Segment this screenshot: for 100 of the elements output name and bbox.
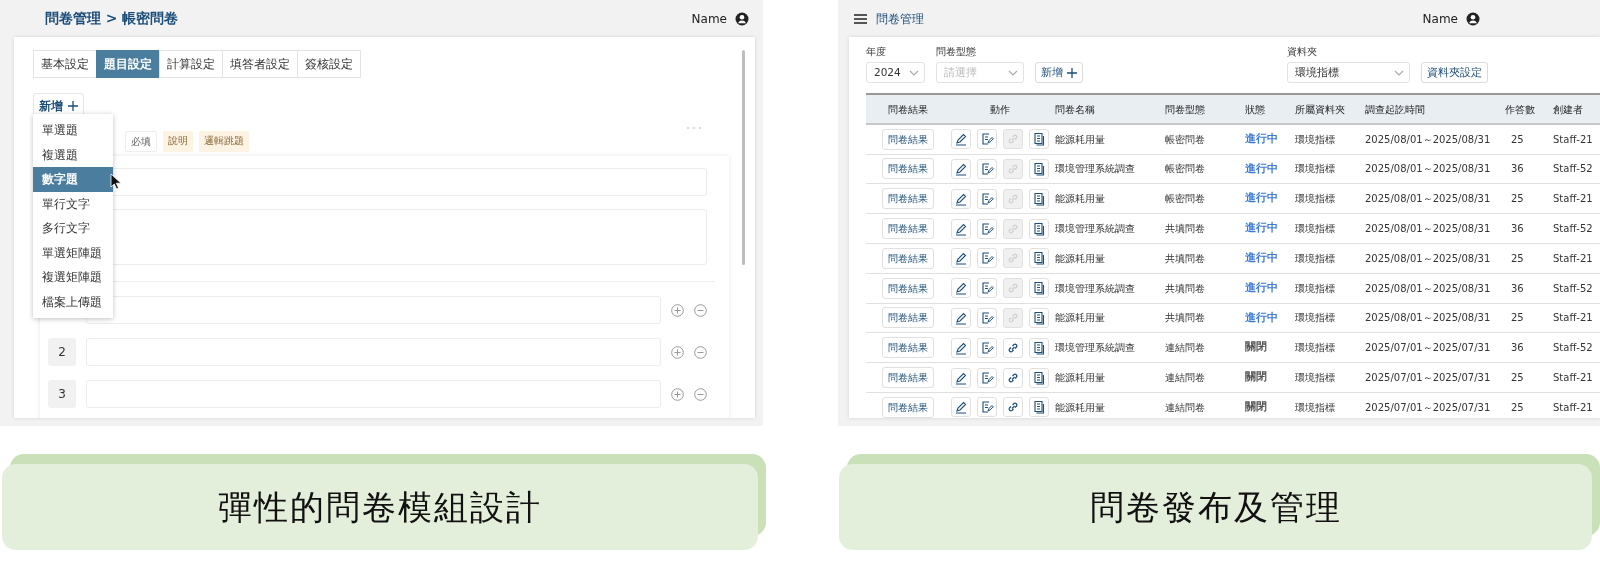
- document-icon[interactable]: [1031, 340, 1046, 355]
- menu-icon[interactable]: [854, 13, 867, 24]
- document-edit-icon[interactable]: [979, 400, 994, 415]
- document-edit-icon[interactable]: [979, 370, 994, 385]
- creator-name: Staff-52: [1553, 223, 1593, 235]
- column-header: 調查起訖時間: [1359, 94, 1499, 125]
- pencil-icon[interactable]: [953, 400, 968, 415]
- folder-name: 環境指標: [1295, 223, 1335, 235]
- document-icon[interactable]: [1031, 310, 1046, 325]
- results-button[interactable]: 問卷結果: [882, 367, 934, 388]
- date-range: 2025/08/01～2025/08/31: [1365, 193, 1491, 205]
- date-range: 2025/07/01～2025/07/31: [1365, 372, 1491, 383]
- tab[interactable]: 簽核設定: [297, 50, 361, 78]
- pencil-icon[interactable]: [953, 370, 968, 385]
- pencil-icon[interactable]: [953, 161, 968, 176]
- document-icon[interactable]: [1031, 370, 1046, 385]
- document-edit-icon[interactable]: [979, 340, 994, 355]
- document-icon[interactable]: [1031, 132, 1046, 147]
- results-button[interactable]: 問卷結果: [882, 247, 934, 269]
- pencil-icon[interactable]: [953, 340, 968, 355]
- results-button[interactable]: 問卷結果: [882, 158, 934, 180]
- document-edit-icon[interactable]: [979, 281, 994, 296]
- folder-settings-button[interactable]: 資料夾設定: [1421, 62, 1488, 84]
- option-number: 3: [48, 380, 76, 408]
- document-icon[interactable]: [1031, 281, 1046, 296]
- add-circle-icon[interactable]: [671, 303, 684, 317]
- cursor-icon: [110, 173, 122, 190]
- results-button[interactable]: 問卷結果: [882, 396, 934, 418]
- menu-item[interactable]: 複選題: [33, 142, 113, 167]
- select-field[interactable]: 環境指標: [1287, 62, 1410, 84]
- document-icon[interactable]: [1031, 161, 1046, 176]
- results-button[interactable]: 問卷結果: [882, 277, 934, 299]
- document-icon[interactable]: [1031, 251, 1046, 266]
- menu-item[interactable]: 多行文字: [33, 216, 113, 241]
- survey-name: 環境管理系統調查: [1055, 223, 1135, 235]
- menu-item[interactable]: 單選矩陣題: [33, 240, 113, 265]
- status: 進行中: [1245, 191, 1278, 205]
- survey-type: 共填問卷: [1165, 223, 1205, 235]
- menu-item[interactable]: 單行文字: [33, 191, 113, 216]
- survey-name: 環境管理系統調查: [1055, 282, 1135, 294]
- add-button[interactable]: 新增: [1035, 62, 1083, 84]
- plus-icon: [1067, 67, 1077, 78]
- document-edit-icon[interactable]: [979, 310, 994, 325]
- column-header: 問卷名稱: [1049, 94, 1159, 125]
- tab[interactable]: 填答者設定: [222, 50, 298, 78]
- option-number: 2: [48, 338, 76, 366]
- survey-name: 能源耗用量: [1055, 133, 1105, 145]
- menu-item[interactable]: 複選矩陣題: [33, 265, 113, 290]
- survey-name: 能源耗用量: [1055, 252, 1105, 264]
- pencil-icon[interactable]: [953, 281, 968, 296]
- pencil-icon[interactable]: [953, 191, 968, 206]
- creator-name: Staff-52: [1553, 342, 1593, 354]
- document-edit-icon[interactable]: [979, 191, 994, 206]
- tab[interactable]: 計算設定: [159, 50, 223, 78]
- folder-name: 環境指標: [1295, 312, 1335, 324]
- select-field[interactable]: 2024: [866, 62, 925, 84]
- document-edit-icon[interactable]: [979, 221, 994, 236]
- menu-item[interactable]: 單選題: [33, 118, 113, 143]
- response-count: 25: [1511, 372, 1524, 383]
- results-button[interactable]: 問卷結果: [882, 218, 934, 240]
- remove-circle-icon[interactable]: [694, 387, 707, 401]
- results-button[interactable]: 問卷結果: [882, 188, 934, 210]
- pencil-icon[interactable]: [953, 251, 968, 266]
- status: 進行中: [1245, 280, 1278, 294]
- remove-circle-icon[interactable]: [694, 345, 707, 359]
- caption: 問卷發布及管理: [1089, 485, 1342, 529]
- status: 關閉: [1245, 340, 1267, 354]
- response-count: 25: [1511, 252, 1524, 264]
- survey-name: 能源耗用量: [1055, 372, 1105, 383]
- folder-name: 環境指標: [1295, 252, 1335, 264]
- chevron-down-icon: [909, 69, 919, 76]
- breadcrumb: 問卷管理 > 帳密問卷: [45, 9, 179, 28]
- pencil-icon[interactable]: [953, 132, 968, 147]
- document-icon[interactable]: [1031, 400, 1046, 415]
- remove-circle-icon[interactable]: [694, 303, 707, 317]
- menu-item[interactable]: 檔案上傳題: [33, 289, 113, 314]
- document-edit-icon[interactable]: [979, 251, 994, 266]
- user-icon[interactable]: [735, 11, 749, 26]
- document-icon[interactable]: [1031, 191, 1046, 206]
- results-button[interactable]: 問卷結果: [882, 307, 934, 329]
- pencil-icon[interactable]: [953, 221, 968, 236]
- plus-icon: [68, 101, 78, 111]
- document-icon[interactable]: [1031, 221, 1046, 236]
- survey-type: 帳密問卷: [1165, 193, 1205, 205]
- pencil-icon[interactable]: [953, 310, 968, 325]
- document-edit-icon[interactable]: [979, 132, 994, 147]
- creator-name: Staff-21: [1553, 133, 1593, 145]
- scrollbar[interactable]: [742, 50, 745, 265]
- tab[interactable]: 題目設定: [96, 50, 160, 78]
- field-label: 資料夾: [1287, 45, 1318, 59]
- tab[interactable]: 基本設定: [33, 50, 97, 78]
- date-range: 2025/08/01～2025/08/31: [1365, 282, 1491, 294]
- folder-name: 環境指標: [1295, 342, 1335, 354]
- results-button[interactable]: 問卷結果: [882, 337, 934, 359]
- results-button[interactable]: 問卷結果: [882, 128, 934, 150]
- creator-name: Staff-21: [1553, 193, 1593, 205]
- user-icon[interactable]: [1466, 11, 1480, 26]
- add-circle-icon[interactable]: [671, 345, 684, 359]
- add-circle-icon[interactable]: [671, 387, 684, 401]
- document-edit-icon[interactable]: [979, 161, 994, 176]
